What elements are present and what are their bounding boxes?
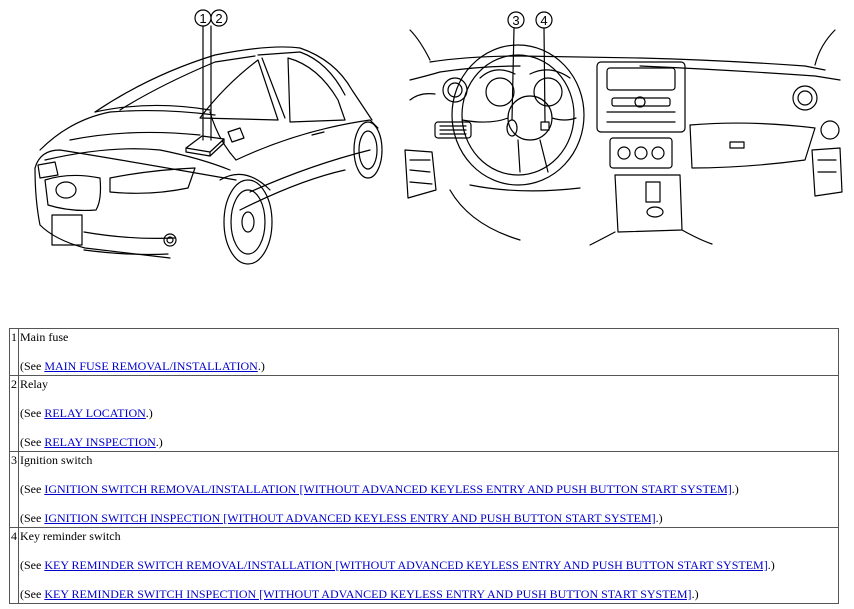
component-cell: Relay (See RELAY LOCATION.) (See RELAY I… <box>18 375 839 452</box>
callout-label-4: 4 <box>540 13 547 28</box>
callout-label-3: 3 <box>512 13 519 28</box>
component-name: Ignition switch <box>20 453 93 467</box>
component-name: Main fuse <box>20 330 69 344</box>
component-name: Relay <box>20 377 48 391</box>
ignition-switch-removal-link[interactable]: IGNITION SWITCH REMOVAL/INSTALLATION [WI… <box>44 482 731 496</box>
component-cell: Ignition switch (See IGNITION SWITCH REM… <box>18 451 839 528</box>
car-exterior-illustration <box>34 46 383 265</box>
row-number: 3 <box>9 451 19 528</box>
reference-line: (See IGNITION SWITCH REMOVAL/INSTALLATIO… <box>20 482 739 496</box>
ignition-switch-inspection-link[interactable]: IGNITION SWITCH INSPECTION [WITHOUT ADVA… <box>44 511 655 525</box>
callout-label-2: 2 <box>215 11 222 26</box>
location-figure: 1 2 3 4 <box>0 0 854 300</box>
key-reminder-removal-link[interactable]: KEY REMINDER SWITCH REMOVAL/INSTALLATION… <box>44 558 767 572</box>
callout-label-1: 1 <box>199 11 206 26</box>
relay-inspection-link[interactable]: RELAY INSPECTION <box>44 435 155 449</box>
table-row: 3 Ignition switch (See IGNITION SWITCH R… <box>9 451 839 528</box>
reference-line: (See MAIN FUSE REMOVAL/INSTALLATION.) <box>20 359 265 373</box>
reference-line: (See RELAY INSPECTION.) <box>20 435 163 449</box>
dashboard-illustration <box>404 29 843 246</box>
component-table: 1 Main fuse (See MAIN FUSE REMOVAL/INSTA… <box>9 328 839 604</box>
reference-line: (See RELAY LOCATION.) <box>20 406 153 420</box>
main-fuse-removal-link[interactable]: MAIN FUSE REMOVAL/INSTALLATION <box>44 359 258 373</box>
table-row: 2 Relay (See RELAY LOCATION.) (See RELAY… <box>9 375 839 452</box>
row-number: 2 <box>9 375 19 452</box>
row-number: 4 <box>9 527 19 604</box>
component-name: Key reminder switch <box>20 529 121 543</box>
reference-line: (See KEY REMINDER SWITCH REMOVAL/INSTALL… <box>20 558 775 572</box>
reference-line: (See KEY REMINDER SWITCH INSPECTION [WIT… <box>20 587 699 601</box>
key-reminder-inspection-link[interactable]: KEY REMINDER SWITCH INSPECTION [WITHOUT … <box>44 587 691 601</box>
relay-location-link[interactable]: RELAY LOCATION <box>44 406 145 420</box>
reference-line: (See IGNITION SWITCH INSPECTION [WITHOUT… <box>20 511 663 525</box>
table-row: 1 Main fuse (See MAIN FUSE REMOVAL/INSTA… <box>9 328 839 376</box>
table-row: 4 Key reminder switch (See KEY REMINDER … <box>9 527 839 604</box>
row-number: 1 <box>9 328 19 376</box>
callout-1-2 <box>194 9 228 141</box>
component-cell: Main fuse (See MAIN FUSE REMOVAL/INSTALL… <box>18 328 839 376</box>
component-cell: Key reminder switch (See KEY REMINDER SW… <box>18 527 839 604</box>
